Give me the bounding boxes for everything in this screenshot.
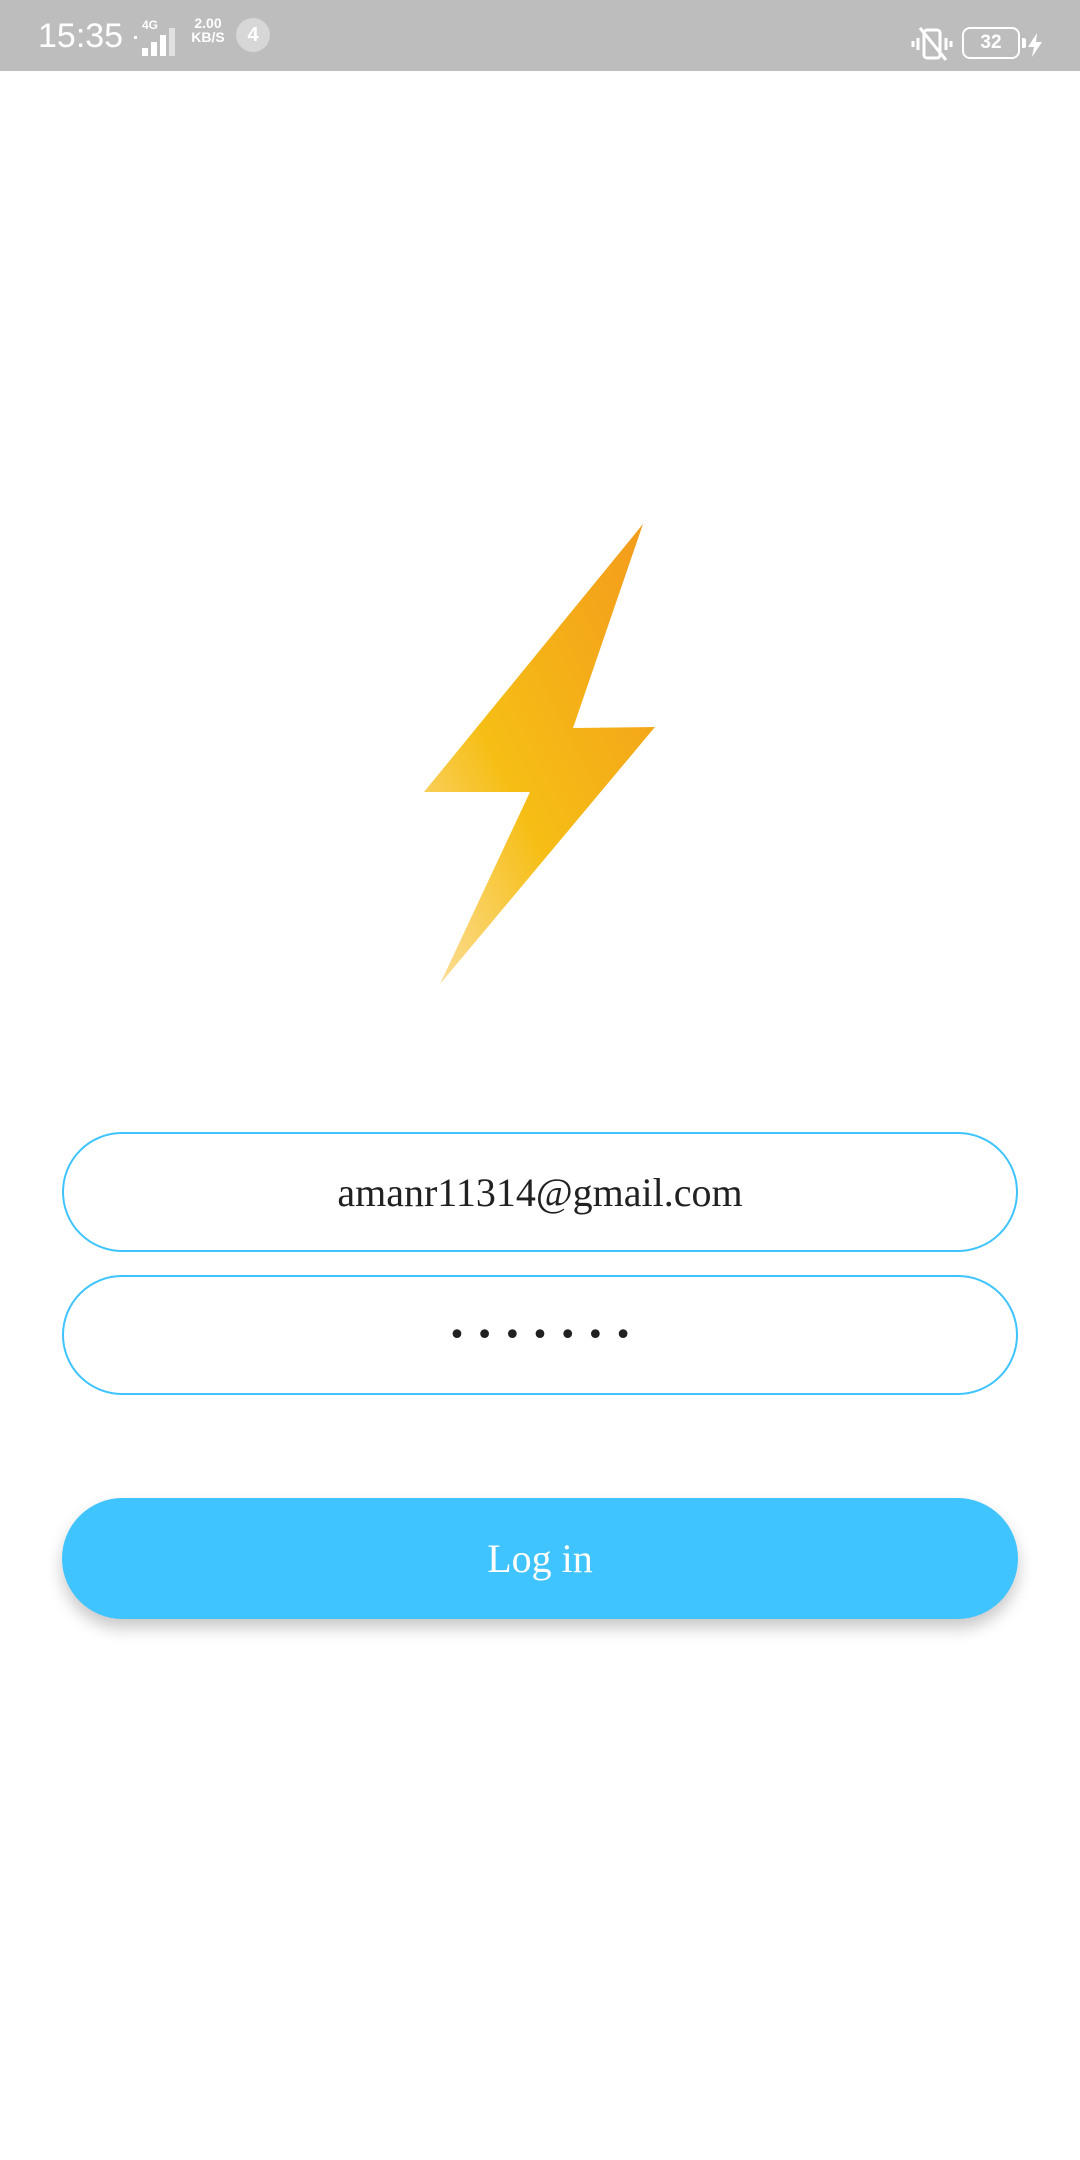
lightning-bolt-icon bbox=[423, 524, 655, 984]
status-time: 15:35 bbox=[38, 17, 124, 55]
login-button-label: Log in bbox=[487, 1536, 593, 1581]
login-button[interactable]: Log in bbox=[62, 1498, 1018, 1619]
signal-icon: 4G bbox=[132, 18, 180, 58]
password-field[interactable]: ••••••• bbox=[62, 1275, 1018, 1395]
speed-value: 2.00 bbox=[194, 15, 222, 31]
battery-icon: 32 bbox=[962, 27, 1026, 59]
network-speed: 2.00 KB/S bbox=[188, 16, 228, 44]
speed-unit: KB/S bbox=[191, 29, 225, 45]
status-bar: 15:35 4G 2.00 KB/S 4 32 bbox=[0, 0, 1080, 71]
vibrate-off-icon bbox=[910, 24, 954, 64]
notification-count-badge: 4 bbox=[236, 18, 270, 52]
network-label: 4G bbox=[142, 18, 159, 32]
email-value: amanr11314@gmail.com bbox=[337, 1169, 743, 1215]
email-field[interactable]: amanr11314@gmail.com bbox=[62, 1132, 1018, 1252]
password-value: ••••••• bbox=[448, 1317, 642, 1353]
charging-icon bbox=[1026, 33, 1044, 57]
